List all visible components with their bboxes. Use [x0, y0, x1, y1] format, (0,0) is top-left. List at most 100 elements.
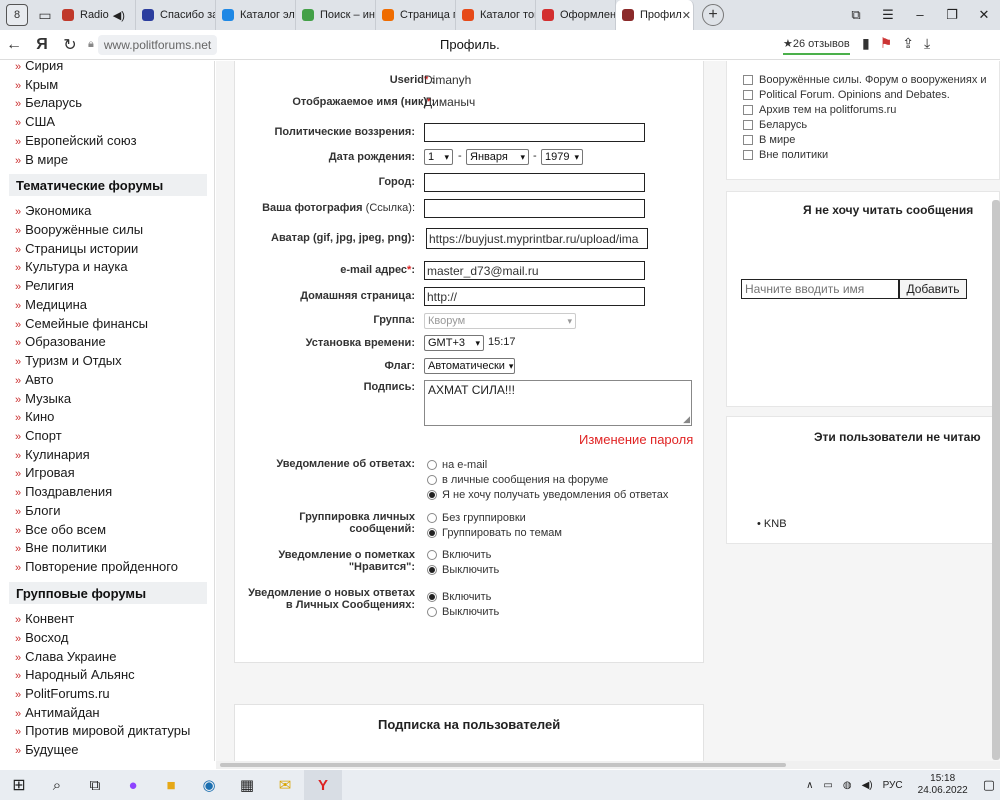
sidebar-item[interactable]: » Европейский союз [15, 133, 137, 148]
tab-profile-active[interactable]: Профил ✕ [616, 0, 694, 30]
birth-year-select[interactable]: 1979 ▾ [541, 149, 583, 165]
windows-start-icon[interactable]: ⊞ [0, 770, 38, 800]
new-tab-button[interactable]: + [702, 4, 724, 26]
block-user-name-input[interactable] [741, 279, 899, 299]
app-icon[interactable]: ✉ [266, 770, 304, 800]
sidebar-item[interactable]: » Спорт [15, 428, 62, 443]
vertical-scrollbar[interactable] [992, 200, 1000, 760]
close-window-icon[interactable]: ✕ [968, 7, 1000, 23]
sidebar-item[interactable]: » Все обо всем [15, 522, 106, 537]
change-password-link[interactable]: Изменение пароля [579, 432, 693, 447]
forum-checkbox[interactable]: Беларусь [743, 119, 807, 131]
forum-checkbox[interactable]: Вооружённые силы. Форум о вооружениях и [743, 74, 987, 86]
yandex-browser-icon[interactable]: Y [304, 770, 342, 800]
timezone-select[interactable]: GMT+3 ▾ [424, 335, 484, 351]
reviews-badge[interactable]: ★26 отзывов [783, 37, 850, 55]
maximize-icon[interactable]: ❐ [936, 7, 968, 23]
sidebar-item[interactable]: » В мире [15, 152, 68, 167]
alice-icon[interactable]: ● [114, 770, 152, 800]
sidebar-item[interactable]: » Будущее [15, 742, 79, 757]
tab-3[interactable]: Каталог эле [216, 0, 296, 30]
sidebar-item[interactable]: » Туризм и Отдых [15, 353, 122, 368]
sidebar-item[interactable]: » Конвент [15, 611, 74, 626]
tab-radio[interactable]: Radio ◀) [56, 0, 136, 30]
pm-off-radio[interactable]: Выключить [427, 606, 499, 618]
sidebar-item[interactable]: » Экономика [15, 203, 91, 218]
forum-checkbox[interactable]: Political Forum. Opinions and Debates. [743, 89, 950, 101]
sidebar-item[interactable]: » Восход [15, 630, 68, 645]
reload-icon[interactable]: ↻ [56, 35, 84, 55]
sidebar-item[interactable]: » Музыка [15, 391, 71, 406]
tab-2[interactable]: Спасибо за [136, 0, 216, 30]
sidebar-item[interactable]: » Сирия [15, 61, 63, 73]
notifications-icon[interactable]: ▢ [983, 777, 995, 793]
political-views-input[interactable] [424, 123, 645, 142]
minimize-icon[interactable]: – [904, 7, 936, 23]
url-field[interactable]: www.politforums.net [97, 34, 218, 55]
tab-4[interactable]: Поиск – ин [296, 0, 376, 30]
homepage-input[interactable] [424, 287, 645, 306]
tab-6[interactable]: Каталог тов [456, 0, 536, 30]
notify-email-radio[interactable]: на e-mail [427, 459, 487, 471]
sidebar-item[interactable]: » Антимайдан [15, 705, 100, 720]
ignored-user-item[interactable]: • KNB [757, 518, 787, 530]
sidebar-item[interactable]: » Блоги [15, 503, 60, 518]
share-icon[interactable]: ⇪ [902, 35, 914, 52]
sidebar-item[interactable]: » Против мировой диктатуры [15, 723, 190, 738]
volume-icon[interactable]: ◀) [862, 780, 873, 791]
chevron-up-icon[interactable]: ∧ [806, 780, 813, 791]
forum-checkbox[interactable]: Архив тем на politforums.ru [743, 104, 896, 116]
menu-icon[interactable]: ☰ [872, 7, 904, 23]
flag-select[interactable]: Автоматически ▾ [424, 358, 515, 374]
close-tab-icon[interactable]: ✕ [682, 9, 691, 22]
sidebar-item[interactable]: » Страницы истории [15, 241, 138, 256]
forum-checkbox[interactable]: В мире [743, 134, 795, 146]
sidebar-item[interactable]: » Крым [15, 77, 58, 92]
pm-on-radio[interactable]: Включить [427, 591, 491, 603]
birth-month-select[interactable]: Января ▾ [466, 149, 529, 165]
file-explorer-icon[interactable]: ■ [152, 770, 190, 800]
sidebar-item[interactable]: » Поздравления [15, 484, 112, 499]
speaker-icon[interactable]: ◀) [113, 9, 125, 22]
likes-off-radio[interactable]: Выключить [427, 564, 499, 576]
group-by-topic-radio[interactable]: Группировать по темам [427, 527, 562, 539]
sidebar-item[interactable]: » PolitForums.ru [15, 686, 110, 701]
back-arrow-icon[interactable]: ← [0, 36, 28, 54]
no-grouping-radio[interactable]: Без группировки [427, 512, 526, 524]
steam-icon[interactable]: ◉ [190, 770, 228, 800]
search-icon[interactable]: ⌕ [38, 770, 76, 800]
city-input[interactable] [424, 173, 645, 192]
sidebar-item[interactable]: » Повторение пройденного [15, 559, 178, 574]
bookmarks-icon[interactable]: ⧉ [840, 7, 872, 23]
battery-icon[interactable]: ▭ [823, 780, 832, 791]
sidebar-item[interactable]: » Авто [15, 372, 53, 387]
sidebar-item[interactable]: » Кулинария [15, 447, 90, 462]
email-input[interactable] [424, 261, 645, 280]
sidebar-item[interactable]: » Культура и наука [15, 259, 128, 274]
notify-pm-radio[interactable]: в личные сообщения на форуме [427, 474, 608, 486]
yandex-icon[interactable]: Я [28, 36, 56, 54]
bookmark-icon[interactable]: ▮ [862, 35, 870, 52]
avatar-url-input[interactable] [426, 228, 648, 249]
sidebar-item[interactable]: » Народный Альянс [15, 667, 135, 682]
folder-icon[interactable]: ▭ [34, 4, 56, 26]
sidebar-item[interactable]: » Кино [15, 409, 54, 424]
sidebar-item[interactable]: » Слава Украине [15, 649, 116, 664]
sidebar-item[interactable]: » Медицина [15, 297, 87, 312]
add-block-user-button[interactable]: Добавить [899, 279, 967, 299]
download-icon[interactable]: ⤓ [924, 35, 930, 52]
extension-icon[interactable]: ⚑ [880, 35, 893, 52]
notify-none-radio[interactable]: Я не хочу получать уведомления об ответа… [427, 489, 668, 501]
clock[interactable]: 15:18 24.06.2022 [918, 773, 968, 797]
horizontal-scrollbar[interactable] [216, 761, 1000, 769]
tab-5[interactable]: Страница п [376, 0, 456, 30]
language-indicator[interactable]: РУС [883, 780, 903, 791]
horizontal-scroll-thumb[interactable] [220, 763, 786, 767]
sidebar-item[interactable]: » Образование [15, 334, 106, 349]
sidebar-item[interactable]: » Беларусь [15, 95, 82, 110]
network-icon[interactable]: ◍ [843, 780, 852, 791]
signature-textarea[interactable]: АХМАТ СИЛА!!! ◢ [424, 380, 692, 426]
sidebar-item[interactable]: » Игровая [15, 465, 75, 480]
tab-7[interactable]: Оформлен [536, 0, 616, 30]
calculator-icon[interactable]: ▦ [228, 770, 266, 800]
